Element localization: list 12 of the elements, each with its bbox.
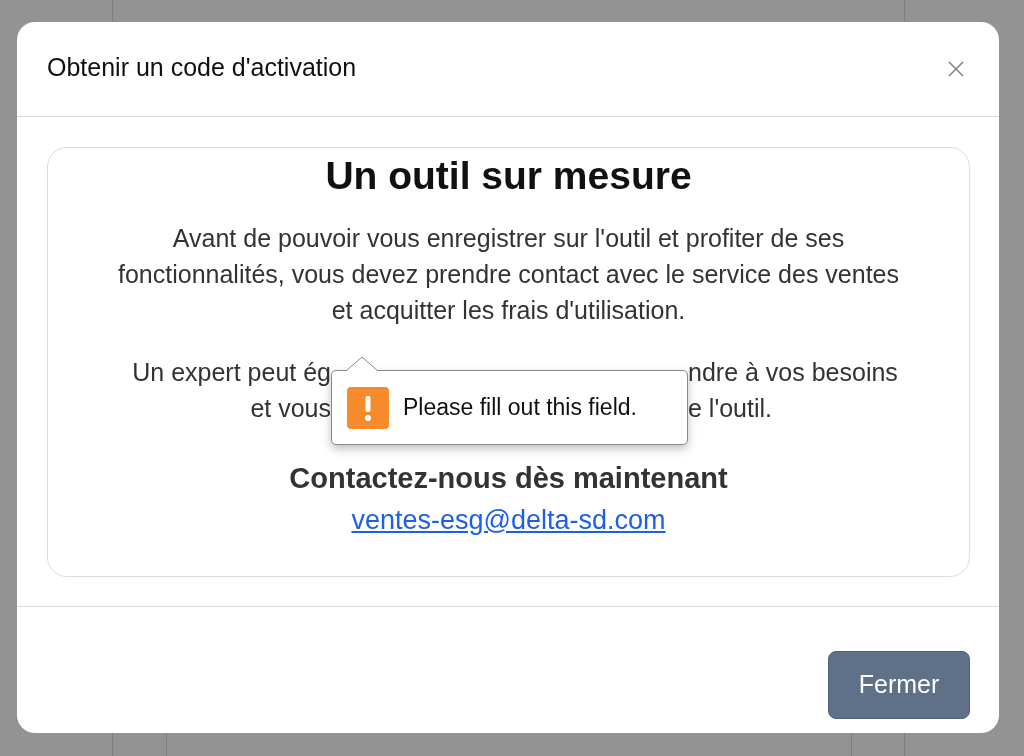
- covered-text: ndre à vos besoins: [688, 358, 898, 386]
- card-paragraph: Avant de pouvoir vous enregistrer sur l'outil et profiter de ses fonctionnalités, vous devez prendre contact avec le service des ventes et acquitter les frais d'utilisation.: [117, 223, 900, 326]
- covered-text: Un expert peut ég: [132, 358, 331, 386]
- tooltip-message: Please fill out this field.: [403, 393, 637, 423]
- covered-text: e l'outil.: [688, 394, 772, 422]
- warning-icon: [347, 386, 389, 429]
- card-heading: Un outil sur mesure: [325, 153, 692, 199]
- covered-text: et vous: [250, 394, 331, 422]
- dialog-title: Obtenir un code d'activation: [47, 52, 357, 84]
- email-link[interactable]: ventes-esg@delta-sd.com: [351, 502, 666, 538]
- contact-heading: Contactez-nous dès maintenant: [289, 461, 728, 496]
- close-button[interactable]: Fermer: [828, 651, 970, 719]
